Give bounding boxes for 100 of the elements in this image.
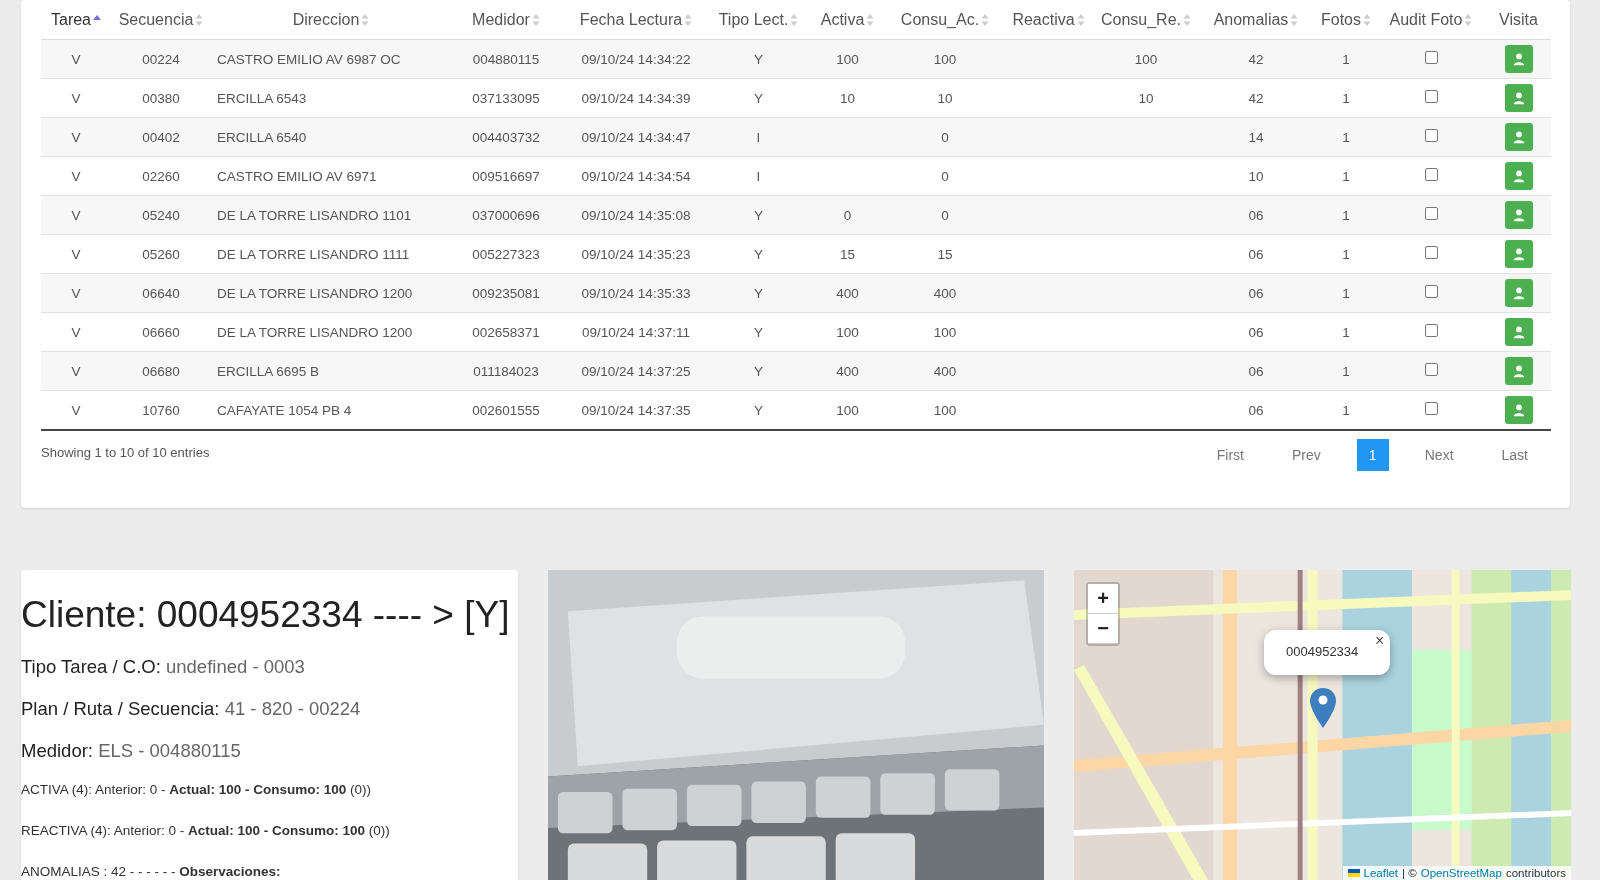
table-cell: Y <box>754 324 763 340</box>
sort-icon <box>1076 13 1085 26</box>
audit-checkbox[interactable] <box>1424 402 1438 415</box>
table-cell: DE LA TORRE LISANDRO 1200 <box>217 285 413 301</box>
table-cell: 0 <box>941 129 949 145</box>
audit-checkbox[interactable] <box>1424 90 1438 103</box>
column-header[interactable]: Consu_Ac. <box>900 10 980 29</box>
table-cell: V <box>71 207 81 223</box>
table-cell: DE LA TORRE LISANDRO 1200 <box>217 324 413 340</box>
table-cell: V <box>71 51 81 67</box>
table-cell: 037133095 <box>472 90 540 106</box>
table-cell: 06660 <box>142 324 180 340</box>
column-header[interactable]: Reactiva <box>1012 10 1075 29</box>
visit-button[interactable] <box>1504 240 1533 268</box>
column-header[interactable]: Tarea <box>51 10 91 29</box>
table-cell: Y <box>754 285 763 301</box>
table-cell: 09/10/24 14:34:39 <box>581 90 691 106</box>
column-header[interactable]: Activa <box>820 10 865 29</box>
table-cell: 1 <box>1342 363 1350 379</box>
table-cell: 06 <box>1248 324 1264 340</box>
table-cell: 06680 <box>142 363 180 379</box>
table-cell: Y <box>754 363 763 379</box>
audit-checkbox[interactable] <box>1424 207 1438 220</box>
column-header[interactable]: Audit Foto <box>1389 10 1463 29</box>
visit-button[interactable] <box>1504 279 1533 307</box>
column-header[interactable]: Consu_Re. <box>1100 10 1181 29</box>
table-cell: 06 <box>1248 246 1264 262</box>
table-cell: 100 <box>836 324 859 340</box>
column-header[interactable]: Tipo Lect. <box>718 10 789 29</box>
person-icon <box>1511 91 1526 105</box>
leaflet-link[interactable]: Leaflet <box>1363 867 1399 879</box>
field-value: ELS - 004880115 <box>98 740 241 761</box>
table-cell: 09/10/24 14:35:08 <box>581 207 691 223</box>
table-cell: 06 <box>1248 207 1264 223</box>
table-cell: 09/10/24 14:37:25 <box>581 363 691 379</box>
table-cell: ERCILLA 6695 B <box>217 363 320 379</box>
audit-checkbox[interactable] <box>1424 51 1438 64</box>
audit-checkbox[interactable] <box>1424 168 1438 181</box>
table-cell: ERCILLA 6543 <box>217 90 307 106</box>
table-cell: 100 <box>933 324 957 340</box>
table-cell: DE LA TORRE LISANDRO 1101 <box>217 207 412 223</box>
table-cell: 1 <box>1342 90 1350 106</box>
column-header[interactable]: Medidor <box>472 10 530 29</box>
page-button[interactable]: Prev <box>1279 439 1333 471</box>
table-cell: V <box>71 90 81 106</box>
table-cell: 10 <box>1138 90 1154 106</box>
column-header[interactable]: Fecha Lectura <box>579 10 683 29</box>
visit-button[interactable] <box>1504 357 1533 385</box>
table-cell: 0 <box>843 207 852 223</box>
zoom-in-button[interactable]: + <box>1088 584 1118 614</box>
visit-button[interactable] <box>1504 123 1533 151</box>
table-cell: DE LA TORRE LISANDRO 1111 <box>217 246 410 262</box>
person-icon <box>1511 247 1526 261</box>
flag-icon <box>1347 869 1360 877</box>
visit-button[interactable] <box>1504 318 1533 346</box>
audit-checkbox[interactable] <box>1424 129 1438 142</box>
page-button[interactable]: Next <box>1412 439 1466 471</box>
table-cell: 1 <box>1342 51 1350 67</box>
map-marker-icon[interactable] <box>1310 688 1336 728</box>
table-cell: CAFAYATE 1054 PB 4 <box>217 402 352 418</box>
table-cell: I <box>756 129 761 145</box>
table-cell: 06 <box>1248 363 1264 379</box>
page-button[interactable]: First <box>1204 439 1256 471</box>
zoom-out-button[interactable]: − <box>1088 614 1118 644</box>
reading-line: ACTIVA (4): Anterior: 0 - Actual: 100 - Consumo: 100 (0)) <box>21 782 373 797</box>
visit-button[interactable] <box>1504 396 1533 424</box>
table-cell: 09/10/24 14:34:47 <box>581 129 691 145</box>
reading-line: ANOMALIAS : 42 - - - - - - Observaciones: <box>21 864 282 879</box>
table-cell: 1 <box>1342 168 1350 184</box>
sort-icon <box>1290 13 1299 26</box>
table-cell: 100 <box>933 402 957 418</box>
attribution-separator: | © <box>1402 867 1417 879</box>
visit-button[interactable] <box>1504 45 1533 73</box>
table-cell: 00224 <box>142 51 180 67</box>
audit-checkbox[interactable] <box>1424 285 1438 298</box>
visit-button[interactable] <box>1504 84 1533 112</box>
table-cell: 004880115 <box>472 51 540 67</box>
visit-button[interactable] <box>1504 201 1533 229</box>
audit-checkbox[interactable] <box>1424 246 1438 259</box>
table-cell: 00402 <box>142 129 180 145</box>
person-icon <box>1511 208 1526 222</box>
field-value: undefined - 0003 <box>166 656 305 677</box>
visit-button[interactable] <box>1504 162 1533 190</box>
table-cell: 1 <box>1342 246 1350 262</box>
table-cell: 005227323 <box>472 246 540 262</box>
column-header[interactable]: Anomalias <box>1213 10 1289 29</box>
table-cell: 100 <box>1134 51 1158 67</box>
column-header[interactable]: Fotos <box>1321 10 1361 29</box>
close-button[interactable]: × <box>1374 632 1385 650</box>
column-header[interactable]: Secuencia <box>118 10 194 29</box>
table-cell: 10 <box>1248 168 1264 184</box>
audit-checkbox[interactable] <box>1424 363 1438 376</box>
column-header[interactable]: Visita <box>1499 10 1538 29</box>
table-cell: 1 <box>1342 324 1350 340</box>
person-icon <box>1511 364 1526 378</box>
page-button[interactable]: Last <box>1489 439 1540 471</box>
audit-checkbox[interactable] <box>1424 324 1438 337</box>
table-cell: 400 <box>836 363 859 379</box>
openstreetmap-link[interactable]: OpenStreetMap <box>1420 867 1502 879</box>
column-header[interactable]: Direccion <box>292 10 360 29</box>
